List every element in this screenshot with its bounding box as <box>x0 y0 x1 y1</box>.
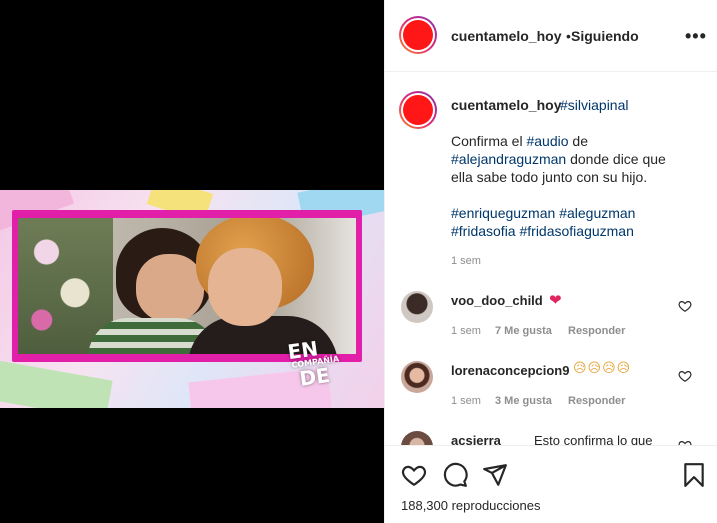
boy-face <box>136 254 204 322</box>
show-watermark: EN COMPAÑÍA DE <box>286 334 353 398</box>
hashtag-link[interactable]: #silviapinal <box>560 97 628 113</box>
heart-icon[interactable] <box>678 369 692 383</box>
caption-line: ella sabe todo junto con su hijo. <box>451 169 648 185</box>
woman-face <box>208 248 282 326</box>
background-stripe <box>0 359 113 408</box>
hashtag-link[interactable]: #aleguzman <box>559 205 635 221</box>
hashtag-link[interactable]: #fridasofiaguzman <box>519 223 633 239</box>
heart-icon[interactable] <box>678 299 692 313</box>
caption-text: Confirma el <box>451 133 527 149</box>
follow-status-button[interactable]: Siguiendo <box>571 28 639 44</box>
caption-line: Confirma el #audio de <box>451 133 588 149</box>
caption-hashtags: #enriqueguzman #aleguzman <box>451 205 635 221</box>
watermark-line: DE <box>297 362 332 391</box>
comment-text: 😥😥😥😥 <box>573 361 632 376</box>
caption-text: donde dice que <box>566 151 666 167</box>
comment-timestamp[interactable]: 1 sem <box>451 325 481 337</box>
post-panel: cuentamelo_hoy • Siguiendo ••• cuentamel… <box>384 0 717 523</box>
caption-avatar[interactable] <box>399 91 437 129</box>
views-count: 188,300 reproducciones <box>401 498 541 513</box>
send-icon[interactable] <box>482 462 508 488</box>
caption-text: de <box>568 133 588 149</box>
avatar[interactable] <box>401 291 433 323</box>
comment-username[interactable]: lorenaconcepcion9 <box>451 363 569 378</box>
more-options-icon[interactable]: ••• <box>685 26 707 47</box>
avatar[interactable] <box>401 361 433 393</box>
comment-icon[interactable] <box>442 462 468 488</box>
reply-button[interactable]: Responder <box>568 395 625 407</box>
caption-hashtags: #fridasofia #fridasofiaguzman <box>451 223 634 239</box>
comment-likes[interactable]: 7 Me gusta <box>495 325 552 337</box>
hashtag-link[interactable]: #fridasofia <box>451 223 516 239</box>
avatar[interactable] <box>399 16 437 54</box>
media-area[interactable]: EN COMPAÑÍA DE <box>0 0 384 523</box>
actions-bar: 188,300 reproducciones <box>385 445 717 523</box>
header-username[interactable]: cuentamelo_hoy <box>451 28 561 44</box>
comment-text: ❤ <box>549 291 562 309</box>
caption-line: #alejandraguzman donde dice que <box>451 151 666 167</box>
caption-username[interactable]: cuentamelo_hoy <box>451 97 561 113</box>
comment-username[interactable]: voo_doo_child <box>451 293 543 308</box>
reply-button[interactable]: Responder <box>568 325 625 337</box>
mention-link[interactable]: #alejandraguzman <box>451 151 566 167</box>
hashtag-link[interactable]: #enriqueguzman <box>451 205 555 221</box>
caption-timestamp[interactable]: 1 sem <box>451 255 481 267</box>
video-player[interactable]: EN COMPAÑÍA DE <box>0 190 384 408</box>
comment-likes[interactable]: 3 Me gusta <box>495 395 552 407</box>
bookmark-icon[interactable] <box>681 462 707 488</box>
video-photo <box>18 218 356 354</box>
post-header: cuentamelo_hoy • Siguiendo ••• <box>385 0 717 72</box>
comment-timestamp[interactable]: 1 sem <box>451 395 481 407</box>
heart-icon[interactable] <box>401 462 427 488</box>
hashtag-link[interactable]: #audio <box>526 133 568 149</box>
